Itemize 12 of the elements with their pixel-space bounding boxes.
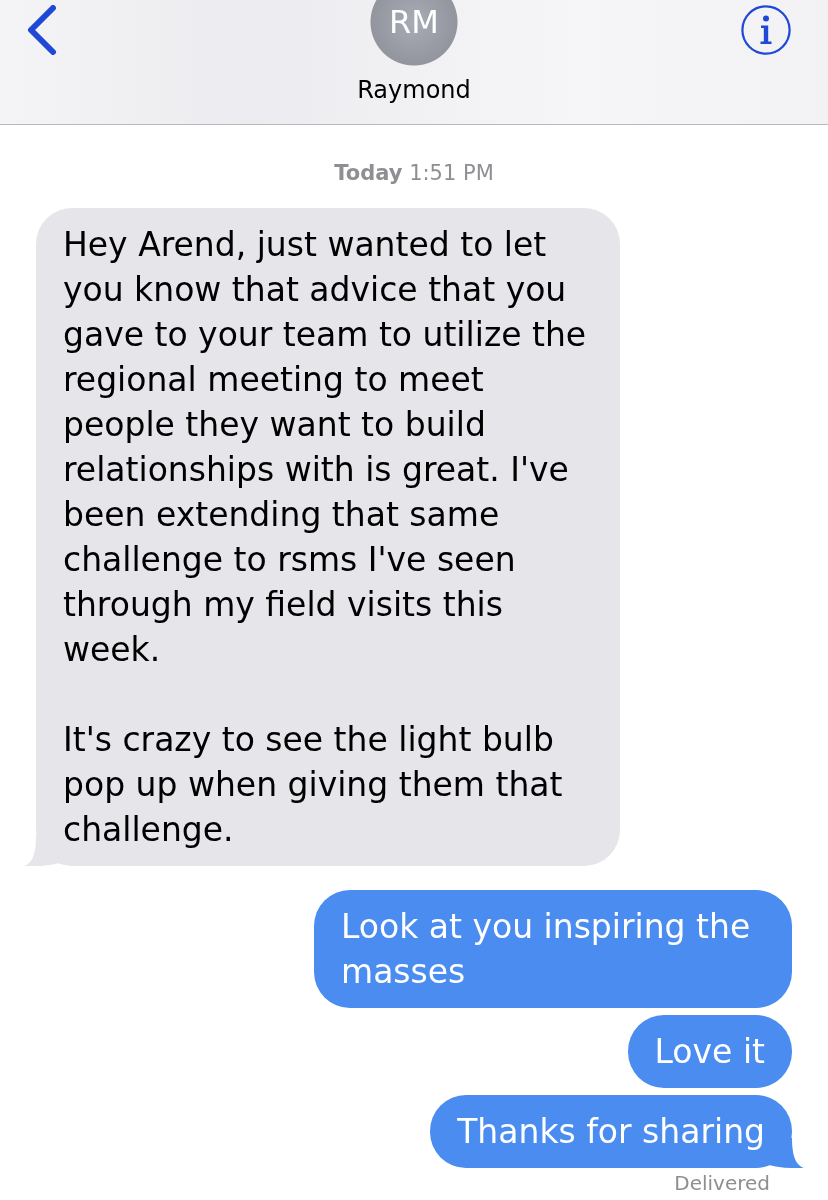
back-icon[interactable] [27, 5, 57, 55]
message-text: Hey Arend, just wanted to let you know that advice that you gave to your team to utilize the regional meeting to meet people they want to build relationships with is great. I've been extending that same challenge to rsms I've seen through my field visits this week. [63, 224, 588, 671]
timestamp: Today 1:51 PM [334, 160, 494, 186]
bubble-tail-icon [770, 1138, 806, 1168]
delivery-status: Delivered [674, 1172, 771, 1194]
contact-name[interactable]: Raymond [357, 76, 471, 104]
message-text: Love it [654, 1031, 765, 1073]
message-text: It's crazy to see the light bulb pop up when giving them that challenge. [63, 719, 564, 851]
info-icon[interactable] [741, 5, 791, 55]
message-text: Thanks for sharing [457, 1111, 765, 1153]
message-text: Look at you inspiring the masses [341, 906, 752, 993]
bubble-tail-icon [22, 836, 58, 866]
